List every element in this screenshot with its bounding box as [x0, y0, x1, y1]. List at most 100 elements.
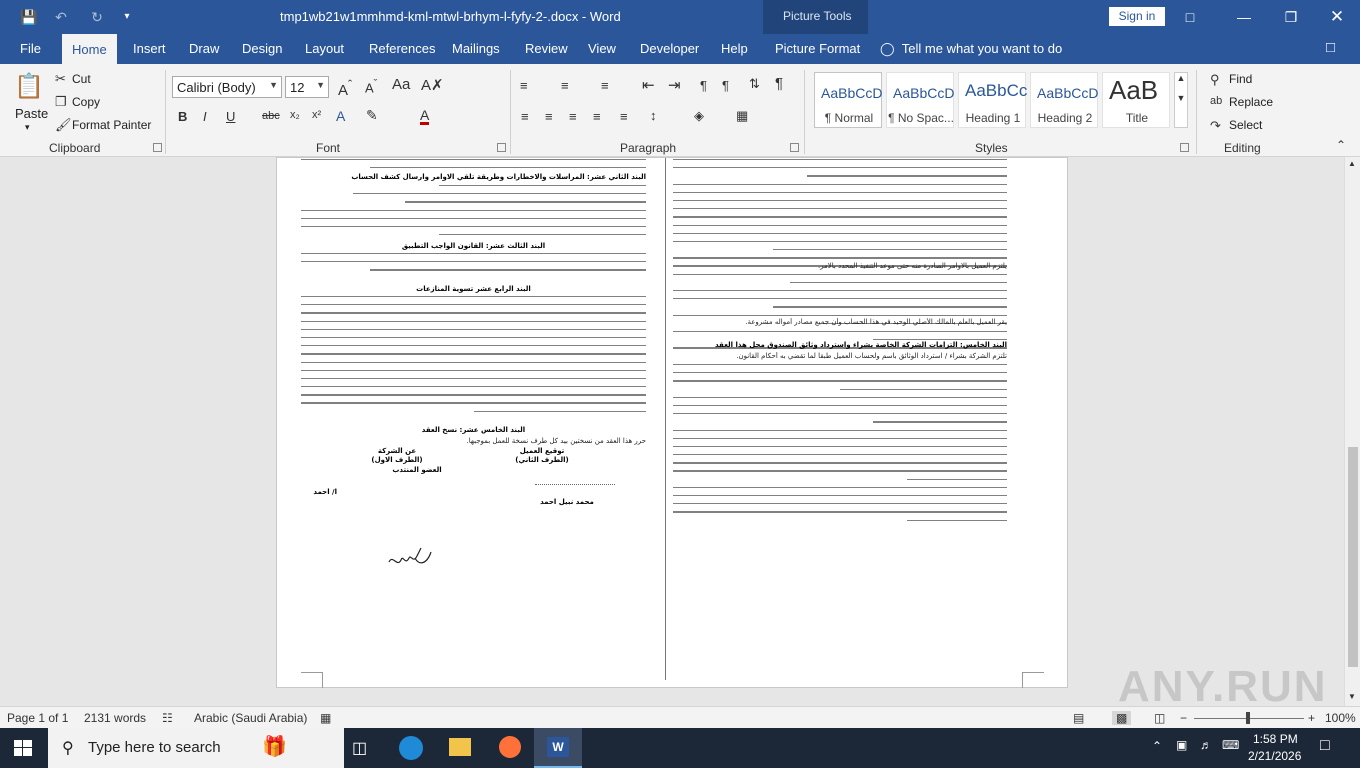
grow-font-icon[interactable]: Aˆ [338, 78, 352, 99]
change-case-icon[interactable]: Aa [392, 76, 410, 93]
style-title[interactable]: AaB Title [1102, 72, 1170, 128]
comments-icon[interactable]: □ [1326, 39, 1335, 56]
tab-references[interactable]: References [369, 41, 435, 56]
word-count[interactable]: 2131 words [84, 711, 146, 725]
paste-icon[interactable]: 📋 [14, 72, 44, 102]
tab-design[interactable]: Design [242, 41, 282, 56]
scroll-up-icon[interactable]: ▲ [1348, 159, 1356, 168]
accessibility-icon[interactable]: ▦ [320, 711, 331, 725]
superscript-icon[interactable]: x² [312, 109, 321, 121]
styles-launcher-icon[interactable] [1180, 143, 1189, 152]
word-taskbar-button[interactable]: W [534, 728, 582, 768]
zoom-in-icon[interactable]: + [1308, 711, 1315, 725]
font-launcher-icon[interactable] [497, 143, 506, 152]
handwritten-signature[interactable] [385, 544, 435, 574]
file-explorer-icon[interactable] [449, 738, 471, 756]
rtl-icon[interactable]: ¶ [722, 78, 729, 93]
zoom-slider-handle[interactable] [1246, 712, 1250, 724]
clear-formatting-icon[interactable]: A✗ [421, 76, 444, 94]
font-name-box[interactable]: Calibri (Body) ▼ [172, 76, 282, 98]
italic-icon[interactable]: I [203, 109, 207, 124]
tab-developer[interactable]: Developer [640, 41, 699, 56]
notifications-icon[interactable]: □ [1320, 737, 1330, 755]
proofing-icon[interactable]: ☷ [162, 711, 173, 725]
web-layout-icon[interactable]: ◫ [1154, 711, 1165, 725]
firefox-icon[interactable] [499, 736, 521, 758]
redo-icon[interactable]: ↻ [88, 8, 106, 26]
tab-picture-format[interactable]: Picture Format [775, 41, 860, 56]
decrease-indent-icon[interactable]: ⇤ [642, 76, 655, 94]
tab-file[interactable]: File [20, 41, 41, 56]
align-left-icon[interactable]: ≡ [521, 109, 529, 124]
font-size-box[interactable]: 12 ▼ [285, 76, 329, 98]
minimize-button[interactable]: — [1232, 6, 1256, 28]
paste-button[interactable]: Paste [15, 106, 48, 121]
tab-review[interactable]: Review [525, 41, 568, 56]
sign-in-button[interactable]: Sign in [1109, 7, 1165, 26]
multilevel-list-icon[interactable]: ≡ [601, 78, 609, 93]
zoom-level[interactable]: 100% [1325, 711, 1356, 725]
vertical-scrollbar[interactable]: ▲ ▼ [1344, 157, 1360, 706]
text-effects-icon[interactable]: A [336, 108, 345, 124]
replace-button[interactable]: Replace [1229, 95, 1273, 109]
page-count[interactable]: Page 1 of 1 [7, 711, 68, 725]
show-formatting-icon[interactable]: ¶ [775, 75, 783, 92]
tab-layout[interactable]: Layout [305, 41, 344, 56]
align-right-icon[interactable]: ≡ [569, 109, 577, 124]
align-center-icon[interactable]: ≡ [545, 109, 553, 124]
customize-toolbar-icon[interactable]: ▾ [118, 8, 136, 26]
numbering-icon[interactable]: ≡ [561, 78, 569, 93]
chevron-up-icon[interactable]: ⌃ [1152, 739, 1162, 753]
scrollbar-thumb[interactable] [1348, 447, 1358, 667]
cut-button[interactable]: Cut [72, 72, 91, 86]
zoom-out-icon[interactable]: − [1180, 711, 1187, 725]
sort-icon[interactable]: ⇅ [749, 76, 760, 92]
ribbon-display-icon[interactable]: □ [1178, 6, 1202, 28]
close-button[interactable]: ✕ [1325, 6, 1349, 28]
select-button[interactable]: Select [1229, 118, 1262, 132]
paragraph-launcher-icon[interactable] [790, 143, 799, 152]
shrink-font-icon[interactable]: Aˇ [365, 78, 377, 95]
undo-icon[interactable]: ↶ [52, 8, 70, 26]
keyboard-icon[interactable]: ⌨ [1222, 738, 1239, 752]
scroll-down-icon[interactable]: ▼ [1348, 692, 1356, 701]
tab-help[interactable]: Help [721, 41, 748, 56]
maximize-button[interactable]: ❐ [1279, 6, 1303, 28]
highlight-icon[interactable]: ✎ [366, 107, 378, 124]
task-view-icon[interactable]: ◫ [352, 738, 367, 758]
taskbar-search-box[interactable]: ⚲ Type here to search 🎁 [48, 728, 344, 768]
style-heading-2[interactable]: AaBbCcD Heading 2 [1030, 72, 1098, 128]
windows-start-icon[interactable] [14, 740, 32, 756]
save-icon[interactable]: 💾 [20, 8, 38, 26]
clipboard-launcher-icon[interactable] [153, 143, 162, 152]
styles-scroll-icon[interactable]: ▲ ▼ [1174, 72, 1188, 128]
style-heading-1[interactable]: AaBbCc Heading 1 [958, 72, 1027, 128]
tab-mailings[interactable]: Mailings [452, 41, 500, 56]
find-button[interactable]: Find [1229, 72, 1252, 86]
format-painter-button[interactable]: Format Painter [72, 118, 151, 132]
language-indicator[interactable]: Arabic (Saudi Arabia) [194, 711, 307, 725]
print-layout-icon[interactable]: ▩ [1112, 711, 1132, 725]
strikethrough-icon[interactable]: abc [262, 110, 280, 122]
clock-time[interactable]: 1:58 PM [1253, 732, 1298, 746]
read-mode-icon[interactable]: ▤ [1073, 711, 1084, 725]
increase-indent-icon[interactable]: ⇥ [668, 76, 681, 94]
tab-insert[interactable]: Insert [133, 41, 166, 56]
shading-icon[interactable]: ◈ [694, 108, 704, 124]
tab-draw[interactable]: Draw [189, 41, 219, 56]
network-icon[interactable]: ▣ [1176, 738, 1187, 752]
distributed-icon[interactable]: ≡ [620, 109, 628, 124]
paste-dropdown-icon[interactable]: ▾ [25, 122, 30, 133]
volume-icon[interactable]: ♬ [1200, 738, 1212, 752]
underline-icon[interactable]: U [226, 109, 235, 124]
collapse-ribbon-icon[interactable]: ⌃ [1336, 138, 1346, 152]
tab-view[interactable]: View [588, 41, 616, 56]
line-spacing-icon[interactable]: ↕ [650, 108, 657, 123]
edge-icon[interactable] [399, 736, 423, 760]
bold-icon[interactable]: B [178, 109, 187, 124]
bullets-icon[interactable]: ≡ [520, 78, 528, 93]
style-no-spacing[interactable]: AaBbCcD ¶ No Spac... [886, 72, 954, 128]
ltr-icon[interactable]: ¶ [700, 78, 707, 93]
font-color-icon[interactable]: A [420, 108, 430, 125]
clock-date[interactable]: 2/21/2026 [1248, 749, 1301, 763]
